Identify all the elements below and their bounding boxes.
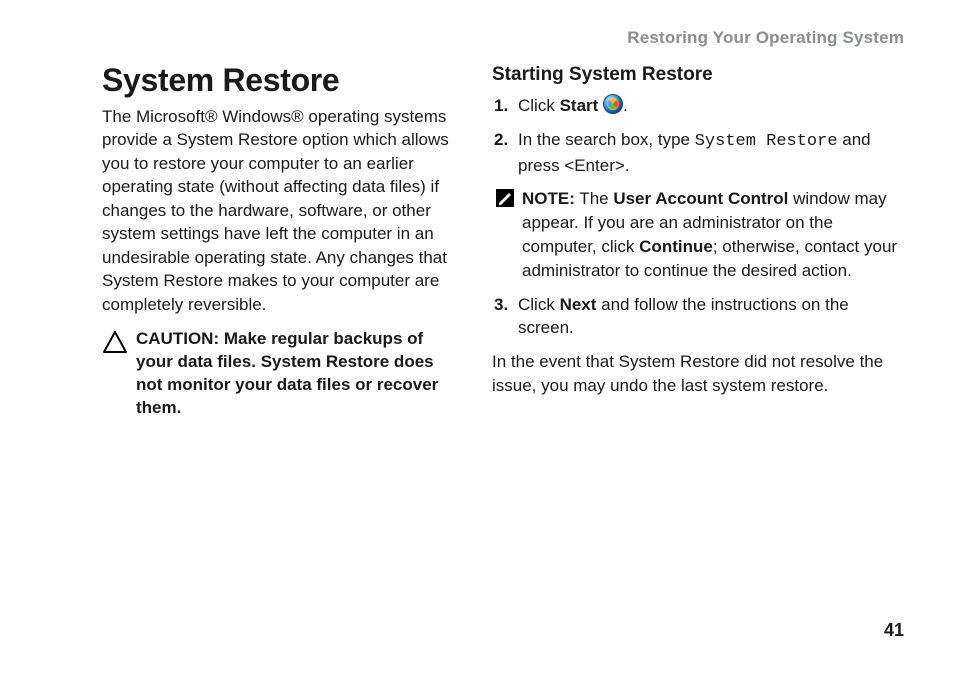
step1-start-label: Start <box>560 96 599 115</box>
page-title: System Restore <box>102 62 462 99</box>
step2-code: System Restore <box>695 132 838 151</box>
note-pencil-icon <box>496 189 514 207</box>
note-uac: User Account Control <box>613 189 788 208</box>
two-column-layout: System Restore The Microsoft® Windows® o… <box>50 62 904 420</box>
page-number: 41 <box>884 620 904 641</box>
windows-start-orb-icon <box>603 94 623 114</box>
closing-paragraph: In the event that System Restore did not… <box>492 350 904 397</box>
note-a: The <box>575 189 613 208</box>
caution-text: CAUTION: Make regular backups of your da… <box>136 328 462 420</box>
right-column: Starting System Restore Click Start . In… <box>492 62 904 420</box>
section-header: Restoring Your Operating System <box>50 28 904 48</box>
note-label: NOTE: <box>522 189 575 208</box>
step2-text-a: In the search box, type <box>518 130 695 149</box>
note-text: NOTE: The User Account Control window ma… <box>522 187 904 282</box>
note-continue: Continue <box>639 237 713 256</box>
step3-text-a: Click <box>518 295 560 314</box>
step-2: In the search box, type System Restore a… <box>492 128 904 178</box>
step1-text-d: . <box>623 96 628 115</box>
caution-triangle-icon <box>102 330 128 354</box>
document-page: Restoring Your Operating System System R… <box>0 0 954 677</box>
subsection-title: Starting System Restore <box>492 64 904 86</box>
step-1: Click Start . <box>492 94 904 118</box>
steps-list-cont: Click Next and follow the instructions o… <box>492 293 904 341</box>
caution-block: CAUTION: Make regular backups of your da… <box>102 328 462 420</box>
step1-text-a: Click <box>518 96 560 115</box>
steps-list: Click Start . In the search box, type Sy… <box>492 94 904 177</box>
step-3: Click Next and follow the instructions o… <box>492 293 904 341</box>
step3-next-label: Next <box>560 295 597 314</box>
left-column: System Restore The Microsoft® Windows® o… <box>50 62 462 420</box>
intro-paragraph: The Microsoft® Windows® operating system… <box>50 105 462 316</box>
note-block: NOTE: The User Account Control window ma… <box>496 187 904 282</box>
